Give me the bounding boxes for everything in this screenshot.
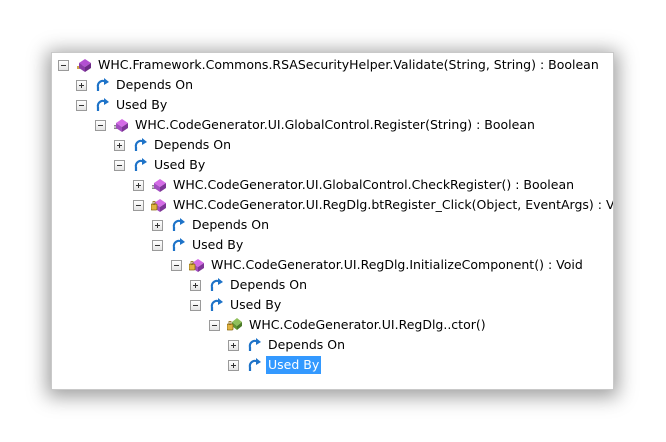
node-label-btregister-click: WHC.CodeGenerator.UI.RegDlg.btRegister_C… (173, 197, 614, 212)
tree-node-btregister-click[interactable]: WHC.CodeGenerator.UI.RegDlg.btRegister_C… (133, 195, 614, 215)
expand-toggle-icon[interactable] (190, 279, 201, 291)
depends-icon (96, 78, 109, 91)
node-label-used-by: Used By (154, 157, 206, 172)
depends-icon (248, 338, 261, 351)
node-label-initialize-component: WHC.CodeGenerator.UI.RegDlg.InitializeCo… (211, 257, 583, 272)
node-label-register: WHC.CodeGenerator.UI.GlobalControl.Regis… (135, 117, 535, 132)
private-method-icon (189, 259, 204, 272)
tree-node-root[interactable]: WHC.Framework.Commons.RSASecurityHelper.… (58, 55, 601, 75)
depends-icon (96, 98, 109, 111)
tree-node-depends-on[interactable]: Depends On (114, 135, 233, 155)
expand-toggle-icon[interactable] (152, 219, 163, 231)
node-label-depends-on: Depends On (192, 217, 270, 232)
node-label-depends-on: Depends On (116, 77, 194, 92)
depends-icon (172, 218, 185, 231)
dependency-tree-panel: WHC.Framework.Commons.RSASecurityHelper.… (51, 52, 614, 390)
depends-icon (172, 238, 185, 251)
constructor-icon (227, 318, 242, 331)
collapse-toggle-icon[interactable] (152, 239, 163, 251)
method-icon (152, 179, 166, 192)
collapse-toggle-icon[interactable] (209, 319, 220, 331)
collapse-toggle-icon[interactable] (171, 259, 182, 271)
collapse-toggle-icon[interactable] (95, 119, 106, 131)
tree-node-depends-on[interactable]: Depends On (228, 335, 347, 355)
node-label-used-by: Used By (116, 97, 168, 112)
tree-node-used-by[interactable]: Used By (190, 295, 283, 315)
depends-icon (210, 298, 223, 311)
expand-toggle-icon[interactable] (114, 139, 125, 151)
tree-node-ctor[interactable]: WHC.CodeGenerator.UI.RegDlg..ctor() (209, 315, 488, 335)
node-label-depends-on: Depends On (268, 337, 346, 352)
method-icon (114, 119, 128, 132)
method-icon (77, 59, 91, 72)
screenshot-stage: WHC.Framework.Commons.RSASecurityHelper.… (0, 0, 666, 442)
tree-node-used-by-selected[interactable]: Used By (228, 355, 322, 375)
tree-node-initialize-component[interactable]: WHC.CodeGenerator.UI.RegDlg.InitializeCo… (171, 255, 585, 275)
tree-node-depends-on[interactable]: Depends On (76, 75, 195, 95)
collapse-toggle-icon[interactable] (114, 159, 125, 171)
dependency-tree[interactable]: WHC.Framework.Commons.RSASecurityHelper.… (52, 53, 613, 389)
node-label-depends-on: Depends On (154, 137, 232, 152)
collapse-toggle-icon[interactable] (76, 99, 87, 111)
tree-node-check-register[interactable]: WHC.CodeGenerator.UI.GlobalControl.Check… (133, 175, 576, 195)
depends-icon (210, 278, 223, 291)
node-label-check-register: WHC.CodeGenerator.UI.GlobalControl.Check… (173, 177, 575, 192)
private-method-icon (151, 199, 166, 212)
expand-toggle-icon[interactable] (228, 339, 239, 351)
tree-node-used-by[interactable]: Used By (114, 155, 207, 175)
tree-node-depends-on[interactable]: Depends On (190, 275, 309, 295)
collapse-toggle-icon[interactable] (58, 59, 69, 71)
node-label-used-by: Used By (192, 237, 244, 252)
collapse-toggle-icon[interactable] (133, 199, 144, 211)
collapse-toggle-icon[interactable] (190, 299, 201, 311)
expand-toggle-icon[interactable] (228, 359, 239, 371)
expand-toggle-icon[interactable] (133, 179, 144, 191)
node-label-root: WHC.Framework.Commons.RSASecurityHelper.… (98, 57, 599, 72)
depends-icon (248, 358, 261, 371)
depends-icon (134, 158, 147, 171)
node-label-used-by: Used By (230, 297, 282, 312)
node-label-used-by-selected: Used By (266, 356, 322, 374)
tree-node-depends-on[interactable]: Depends On (152, 215, 271, 235)
depends-icon (134, 138, 147, 151)
tree-node-used-by[interactable]: Used By (152, 235, 245, 255)
tree-node-used-by[interactable]: Used By (76, 95, 169, 115)
node-label-depends-on: Depends On (230, 277, 308, 292)
tree-node-register[interactable]: WHC.CodeGenerator.UI.GlobalControl.Regis… (95, 115, 537, 135)
expand-toggle-icon[interactable] (76, 79, 87, 91)
node-label-ctor: WHC.CodeGenerator.UI.RegDlg..ctor() (249, 317, 486, 332)
